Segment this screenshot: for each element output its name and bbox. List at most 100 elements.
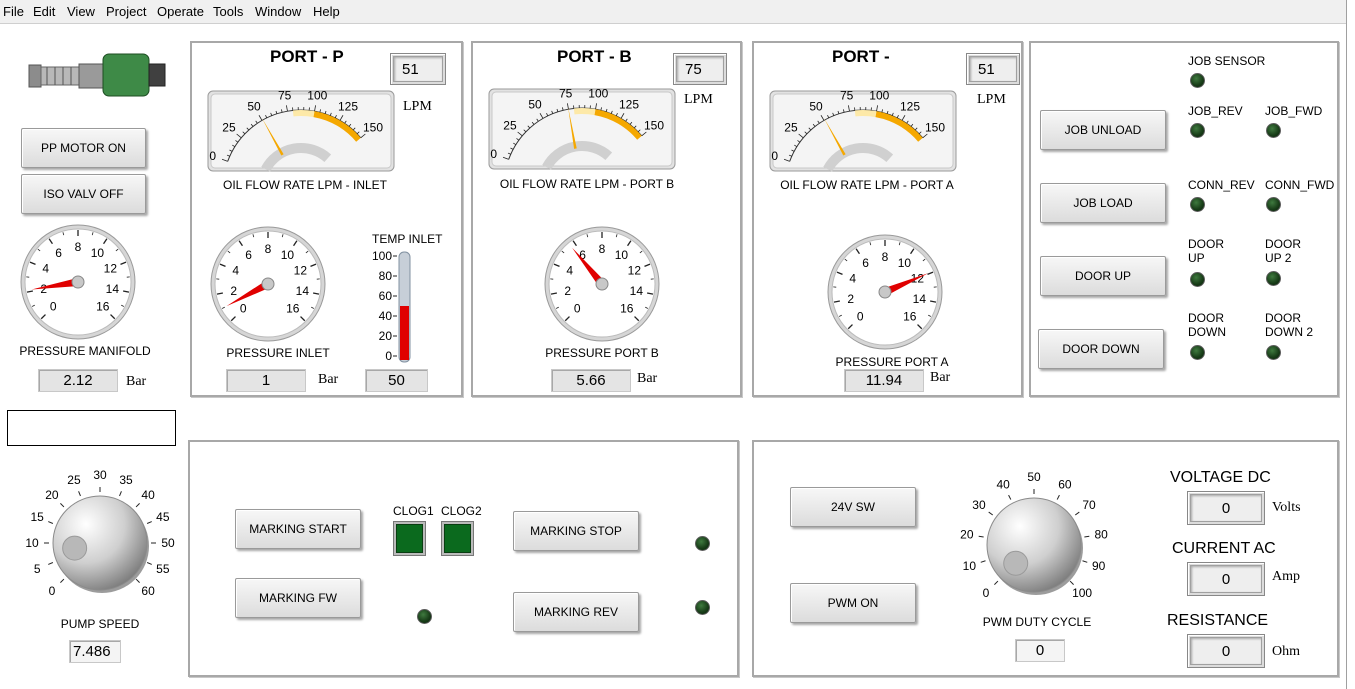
menu-window[interactable]: Window bbox=[255, 4, 301, 19]
gauge-hub bbox=[261, 277, 275, 291]
pwm-duty-cycle-knob[interactable]: 0 10 20 30 40 50 60 70 80 90100 bbox=[959, 470, 1109, 620]
menu-project[interactable]: Project bbox=[106, 4, 146, 19]
flow-tick-label: 50 bbox=[809, 100, 823, 114]
gauge-tick-label: 4 bbox=[42, 262, 49, 276]
gauge-tick-label: 12 bbox=[294, 264, 308, 278]
door-up-button[interactable]: DOOR UP bbox=[1040, 256, 1166, 296]
clog2-label: CLOG2 bbox=[441, 504, 482, 518]
gauge-hub bbox=[878, 285, 892, 299]
flow-tick-label: 75 bbox=[559, 86, 573, 100]
thermometer-tick-label: 80 bbox=[379, 269, 393, 283]
gauge-tick-label: 0 bbox=[240, 302, 247, 316]
gauge-tick-label: 2 bbox=[847, 292, 854, 306]
knob-tick bbox=[1082, 560, 1088, 563]
port-b-flow-unit: LPM bbox=[684, 92, 713, 107]
knob-tick-label: 30 bbox=[93, 468, 107, 482]
port-a-title: PORT - bbox=[832, 47, 890, 66]
current-ac-label: CURRENT AC bbox=[1172, 540, 1276, 557]
door-down2-led bbox=[1266, 345, 1281, 360]
pump-speed-knob[interactable]: 05 10 1520 25 30 35 4045 50 5560 bbox=[25, 468, 175, 618]
thermometer-tick-label: 20 bbox=[379, 329, 393, 343]
voltage-dc-label: VOLTAGE DC bbox=[1170, 469, 1271, 486]
knob-tick-label: 20 bbox=[45, 488, 59, 502]
menu-file[interactable]: File bbox=[3, 4, 24, 19]
knob-tick-label: 70 bbox=[1082, 498, 1096, 512]
knob-indicator bbox=[1003, 550, 1029, 576]
menu-edit[interactable]: Edit bbox=[33, 4, 55, 19]
marking-panel bbox=[188, 440, 739, 677]
marking-start-button[interactable]: MARKING START bbox=[235, 509, 361, 549]
port-a-flow-display: 51 bbox=[966, 53, 1020, 85]
pwm-duty-cycle-value[interactable]: 0 bbox=[1015, 639, 1065, 662]
marking-stop-button[interactable]: MARKING STOP bbox=[513, 511, 639, 551]
knob-tick bbox=[1074, 511, 1080, 516]
gauge-tick-label: 16 bbox=[96, 300, 110, 314]
flow-tick-label: 0 bbox=[490, 147, 497, 161]
flow-tick-label: 100 bbox=[307, 88, 327, 102]
menu-help[interactable]: Help bbox=[313, 4, 340, 19]
knob-tick bbox=[1056, 494, 1060, 500]
door-down-led-label-2: DOWN bbox=[1188, 325, 1226, 339]
iso-valve-off-button[interactable]: ISO VALV OFF bbox=[21, 174, 146, 214]
thermometer-tick-label: 60 bbox=[379, 289, 393, 303]
pp-motor-on-button[interactable]: PP MOTOR ON bbox=[21, 128, 146, 168]
marking-rev-led bbox=[695, 600, 710, 615]
thermometer-fill bbox=[400, 306, 409, 360]
flow-tick-label: 75 bbox=[278, 88, 292, 102]
job-load-button[interactable]: JOB LOAD bbox=[1040, 183, 1166, 223]
pump-speed-value[interactable]: 7.486 bbox=[69, 640, 121, 663]
menu-tools[interactable]: Tools bbox=[213, 4, 243, 19]
gauge-tick-label: 8 bbox=[265, 242, 272, 256]
marking-rev-button[interactable]: MARKING REV bbox=[513, 592, 639, 632]
port-p-flow-value: 51 bbox=[393, 56, 443, 82]
port-a-flow-value: 51 bbox=[969, 56, 1017, 82]
job-sensor-label: JOB SENSOR bbox=[1188, 54, 1266, 68]
knob-tick bbox=[978, 535, 984, 538]
knob-tick bbox=[1008, 494, 1012, 500]
knob-tick-label: 50 bbox=[1027, 470, 1041, 484]
menu-view[interactable]: View bbox=[67, 4, 95, 19]
pump-speed-label: PUMP SPEED bbox=[60, 617, 140, 631]
marking-fw-button[interactable]: MARKING FW bbox=[235, 578, 361, 618]
gauge-tick-label: 0 bbox=[857, 310, 864, 324]
temp-inlet-value: 50 bbox=[365, 369, 428, 392]
pwm-duty-cycle-label: PWM DUTY CYCLE bbox=[982, 615, 1092, 629]
gauge-tick-label: 2 bbox=[564, 284, 571, 298]
door-down2-led-label-1: DOOR bbox=[1265, 311, 1301, 325]
flow-band-light bbox=[573, 108, 596, 116]
menu-operate[interactable]: Operate bbox=[157, 4, 204, 19]
port-p-flow-unit: LPM bbox=[403, 99, 432, 114]
thermometer-tick-label: 40 bbox=[379, 309, 393, 323]
flow-band-light bbox=[854, 110, 877, 118]
knob-tick-label: 50 bbox=[161, 536, 175, 550]
job-unload-button[interactable]: JOB UNLOAD bbox=[1040, 110, 1166, 150]
gauge-tick-label: 0 bbox=[50, 300, 57, 314]
door-down-button[interactable]: DOOR DOWN bbox=[1038, 329, 1164, 369]
marking-stop-led bbox=[695, 536, 710, 551]
clog2-indicator bbox=[441, 521, 474, 556]
pressure-inlet-label: PRESSURE INLET bbox=[226, 346, 330, 360]
knob-tick-label: 0 bbox=[49, 584, 56, 598]
gauge-tick-label: 14 bbox=[296, 284, 310, 298]
gauge-tick-label: 6 bbox=[862, 256, 869, 270]
conn-rev-label: CONN_REV bbox=[1188, 178, 1255, 192]
pwm-on-button[interactable]: PWM ON bbox=[790, 583, 916, 623]
gauge-tick-label: 14 bbox=[106, 282, 120, 296]
flow-tick-label: 150 bbox=[363, 121, 383, 135]
knob-tick bbox=[119, 491, 122, 497]
job-fwd-led bbox=[1266, 123, 1281, 138]
door-down-led bbox=[1190, 345, 1205, 360]
knob-tick bbox=[48, 562, 54, 565]
port-b-title: PORT - B bbox=[557, 47, 632, 66]
24v-switch-button[interactable]: 24V SW bbox=[790, 487, 916, 527]
resistance-unit: Ohm bbox=[1272, 644, 1300, 659]
knob-tick-label: 45 bbox=[156, 510, 170, 524]
knob-tick-label: 25 bbox=[67, 473, 81, 487]
knob-tick bbox=[60, 578, 65, 583]
knob-tick-label: 100 bbox=[1072, 586, 1092, 600]
job-rev-label: JOB_REV bbox=[1188, 104, 1243, 118]
gauge-tick-label: 0 bbox=[574, 302, 581, 316]
pressure-manifold-gauge: 02 46 8 10 12 14 16 bbox=[20, 224, 136, 340]
gauge-tick-label: 2 bbox=[230, 284, 237, 298]
flow-tick-label: 50 bbox=[247, 100, 261, 114]
